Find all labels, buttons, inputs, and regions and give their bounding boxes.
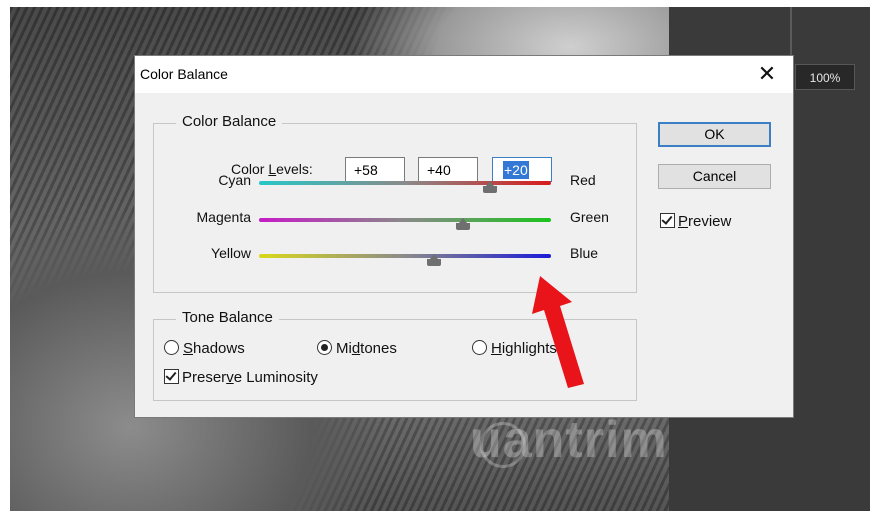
- level-input-yellow-blue[interactable]: +20: [492, 157, 552, 182]
- level-input-cyan-red[interactable]: +58: [345, 157, 405, 182]
- slider-left-label-magenta-green: Magenta: [196, 209, 251, 225]
- slider-right-label-yellow-blue: Blue: [570, 245, 599, 261]
- preserve-luminosity-check-icon: [164, 369, 179, 384]
- color-balance-group: Color Balance Color Levels: +58 +40 +20 …: [153, 113, 637, 293]
- level-input-magenta-green[interactable]: +40: [418, 157, 478, 182]
- tone-balance-group-title: Tone Balance: [176, 309, 279, 326]
- preview-checkbox[interactable]: Preview: [660, 213, 731, 230]
- red-arrow-annotation: [532, 276, 584, 388]
- preview-check-icon: [660, 213, 675, 228]
- shadows-radio-icon: [164, 340, 179, 355]
- panel-divider: [790, 7, 792, 55]
- slider-track-cyan-red[interactable]: [259, 181, 551, 185]
- color-balance-group-title: Color Balance: [176, 113, 283, 130]
- level-input-selected-text: +20: [503, 161, 529, 179]
- color-balance-dialog: Color Balance ✕ Color Balance Color Leve…: [134, 55, 794, 418]
- slider-right-label-cyan-red: Red: [570, 172, 596, 188]
- slider-track-yellow-blue[interactable]: [259, 254, 551, 258]
- preserve-luminosity-checkbox[interactable]: Preserve Luminosity: [164, 369, 318, 386]
- close-icon[interactable]: ✕: [747, 60, 787, 88]
- dialog-title: Color Balance: [140, 66, 228, 82]
- shadows-radio[interactable]: Shadows: [164, 340, 245, 357]
- slider-track-magenta-green[interactable]: [259, 218, 551, 222]
- ok-button[interactable]: OK: [658, 122, 771, 147]
- slider-right-label-magenta-green: Green: [570, 209, 609, 225]
- cancel-button[interactable]: Cancel: [658, 164, 771, 189]
- slider-left-label-yellow-blue: Yellow: [211, 245, 251, 261]
- highlights-radio-icon: [472, 340, 487, 355]
- zoom-level[interactable]: 100%: [795, 64, 855, 90]
- dialog-titlebar: Color Balance ✕: [135, 56, 793, 93]
- midtones-radio[interactable]: Midtones: [317, 340, 397, 357]
- slider-left-label-cyan-red: Cyan: [218, 172, 251, 188]
- midtones-radio-icon: [317, 340, 332, 355]
